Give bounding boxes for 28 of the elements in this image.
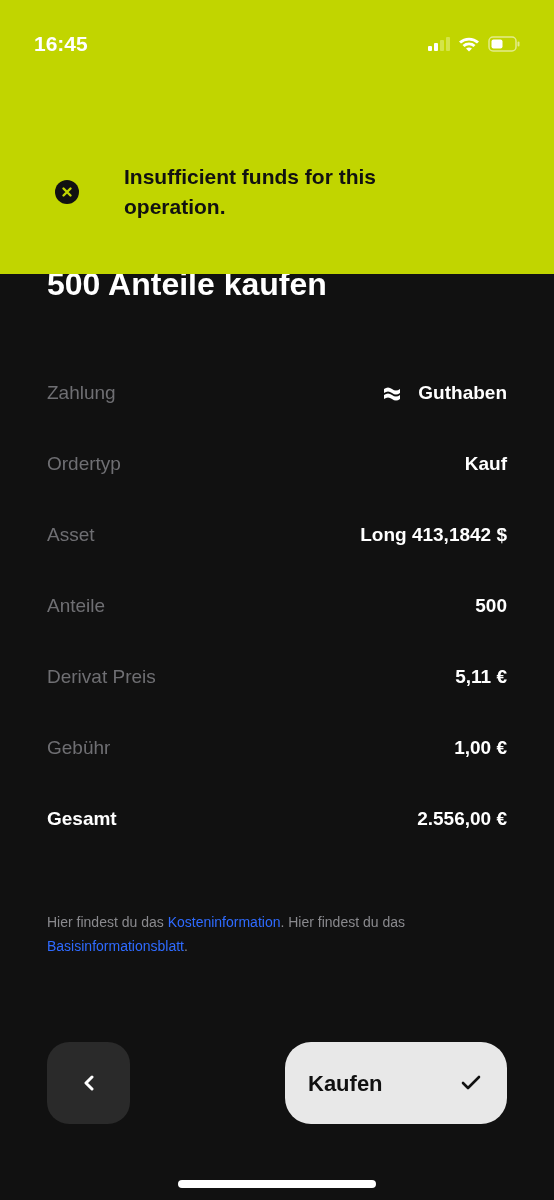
row-value: Long 413,1842 $ [360, 523, 507, 548]
row-label: Asset [47, 523, 95, 548]
row-label: Derivat Preis [47, 665, 156, 690]
buy-button[interactable]: Kaufen [285, 1042, 507, 1124]
status-time: 16:45 [34, 31, 88, 57]
wifi-icon [458, 35, 480, 52]
row-value: 500 [475, 594, 507, 619]
back-button[interactable] [47, 1042, 130, 1124]
row-value: 1,00 € [454, 736, 507, 761]
row-value: 5,11 € [455, 665, 507, 690]
row-value: Guthaben [418, 381, 507, 406]
row-label: Zahlung [47, 381, 116, 406]
signal-icon [428, 36, 450, 51]
error-icon [55, 179, 79, 204]
row-label: Ordertyp [47, 452, 121, 477]
row-label: Gebühr [47, 736, 111, 761]
page-title: 500 Anteile kaufen [47, 265, 328, 304]
row-label: Gesamt [47, 807, 117, 832]
chevron-left-icon [82, 1075, 95, 1091]
row-value: Kauf [464, 452, 507, 477]
document-link[interactable]: Basisinformationsblatt [47, 938, 184, 954]
disclaimer-text: Hier findest du das Kosteninformation. Hier findest du das Basisinformationsblatt. [47, 913, 406, 956]
row-value: 2.556,00 € [417, 807, 507, 832]
row-label: Anteile [47, 594, 106, 619]
battery-icon [488, 35, 520, 52]
wave-icon [383, 386, 402, 401]
checkmark-icon [461, 1075, 481, 1091]
error-message: Insufficient funds for this operation. [124, 163, 377, 220]
